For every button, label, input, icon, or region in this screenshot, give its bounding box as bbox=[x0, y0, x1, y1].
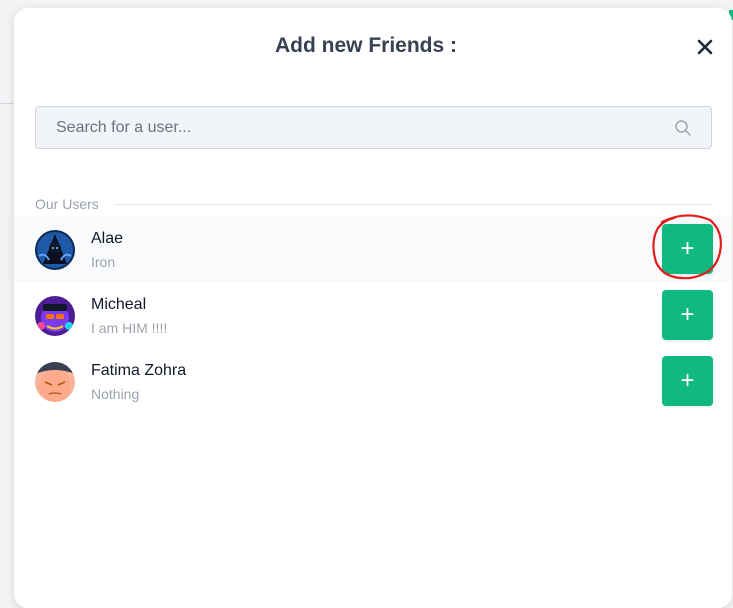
add-friend-button[interactable]: + bbox=[662, 356, 713, 406]
add-friend-button[interactable]: + bbox=[662, 224, 713, 274]
close-icon[interactable] bbox=[694, 36, 716, 58]
hooded-figure-avatar bbox=[35, 230, 75, 270]
user-name: Fatima Zohra bbox=[91, 362, 187, 379]
user-name: Alae bbox=[91, 230, 124, 247]
search-box bbox=[35, 106, 712, 149]
search-input[interactable] bbox=[56, 107, 656, 148]
user-status: Nothing bbox=[91, 386, 140, 402]
colorful-character-avatar bbox=[35, 296, 75, 336]
user-status: Iron bbox=[91, 254, 116, 270]
user-row: Micheal I am HIM !!!! + bbox=[14, 282, 732, 348]
add-friend-button[interactable]: + bbox=[662, 290, 713, 340]
face-avatar bbox=[35, 362, 75, 402]
add-friends-dialog: Add new Friends : Our Users bbox=[14, 8, 732, 608]
search-icon[interactable] bbox=[674, 119, 692, 137]
user-row: Alae Iron + bbox=[14, 216, 732, 282]
user-row: Fatima Zohra Nothing + bbox=[14, 348, 732, 414]
section-divider bbox=[114, 204, 712, 205]
dialog-title: Add new Friends : bbox=[274, 34, 457, 57]
user-name: Micheal bbox=[91, 296, 147, 313]
user-status: I am HIM !!!! bbox=[91, 320, 168, 336]
section-label: Our Users bbox=[35, 196, 105, 212]
